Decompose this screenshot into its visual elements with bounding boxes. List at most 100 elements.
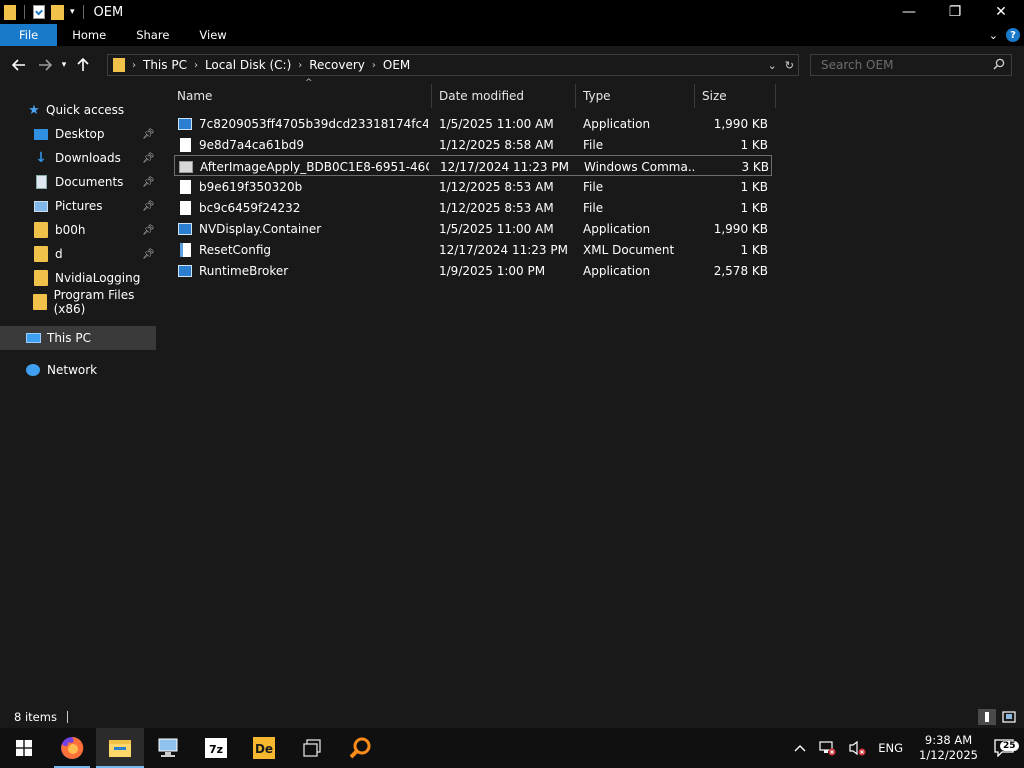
sidebar-item-program-files-x86[interactable]: Program Files (x86): [0, 288, 160, 316]
pictures-icon: [33, 198, 49, 214]
sidebar-item-desktop[interactable]: Desktop 📌︎: [0, 122, 160, 146]
up-arrow-icon: [77, 58, 89, 71]
notifications-button[interactable]: 25: [988, 739, 1024, 757]
close-button[interactable]: ✕: [978, 0, 1024, 24]
recent-locations-button[interactable]: ▾: [56, 53, 72, 77]
large-icons-view-button[interactable]: [1000, 709, 1018, 725]
breadcrumb-local-disk[interactable]: Local Disk (C:): [205, 58, 291, 72]
sidebar-item-pictures[interactable]: Pictures 📌︎: [0, 194, 160, 218]
sidebar-item-quick-access[interactable]: ★ Quick access: [0, 98, 160, 122]
large-icons-view-icon: [1002, 711, 1016, 723]
file-type: Application: [583, 221, 651, 236]
file-size: 1 KB: [740, 242, 768, 257]
taskbar-7zip[interactable]: 7z: [192, 728, 240, 768]
network-status-button[interactable]: [812, 740, 842, 756]
item-count: 8 items: [14, 710, 57, 724]
pin-icon[interactable]: 📌︎: [142, 177, 155, 188]
address-bar[interactable]: › This PC › Local Disk (C:) › Recovery ›…: [107, 54, 799, 76]
column-header-date-modified[interactable]: Date modified: [432, 84, 576, 108]
details-view-button[interactable]: [978, 709, 996, 725]
script-icon: [179, 159, 193, 174]
search-icon[interactable]: [993, 58, 1005, 73]
show-hidden-icons-button[interactable]: [788, 744, 812, 752]
table-row[interactable]: b9e619f350320b 1/12/2025 8:53 AM File 1 …: [174, 176, 772, 197]
pin-icon[interactable]: 📌︎: [142, 153, 155, 164]
tab-home[interactable]: Home: [57, 24, 121, 46]
table-row[interactable]: 7c8209053ff4705b39dcd23318174fc4407e... …: [174, 113, 772, 134]
breadcrumb-this-pc[interactable]: This PC: [143, 58, 187, 72]
sidebar-item-this-pc[interactable]: This PC: [0, 326, 156, 350]
breadcrumb-recovery[interactable]: Recovery: [309, 58, 365, 72]
tab-view[interactable]: View: [184, 24, 241, 46]
details-view-icon: [985, 712, 989, 722]
start-button[interactable]: [0, 728, 48, 768]
minimize-button[interactable]: —: [886, 0, 932, 24]
table-row[interactable]: RuntimeBroker 1/9/2025 1:00 PM Applicati…: [174, 260, 772, 281]
sidebar-item-network[interactable]: Network: [0, 358, 160, 382]
file-date: 1/9/2025 1:00 PM: [439, 263, 546, 278]
status-bar: 8 items: [0, 706, 1024, 728]
column-header-name[interactable]: Name: [170, 84, 432, 108]
back-button[interactable]: [8, 53, 30, 77]
table-row[interactable]: NVDisplay.Container 1/5/2025 11:00 AM Ap…: [174, 218, 772, 239]
table-row[interactable]: ResetConfig 12/17/2024 11:23 PM XML Docu…: [174, 239, 772, 260]
xml-icon: [178, 242, 192, 257]
file-size: 3 KB: [741, 159, 769, 174]
pin-icon[interactable]: 📌︎: [142, 201, 155, 212]
tab-share[interactable]: Share: [121, 24, 184, 46]
clock[interactable]: 9:38 AM 1/12/2025: [909, 733, 988, 763]
taskbar-file-explorer[interactable]: [96, 728, 144, 768]
file-date: 1/12/2025 8:58 AM: [439, 137, 554, 152]
pin-icon[interactable]: 📌︎: [142, 225, 155, 236]
chevron-right-icon: ›: [193, 59, 198, 71]
new-folder-icon[interactable]: [51, 4, 64, 20]
up-button[interactable]: [72, 53, 94, 77]
breadcrumb-oem[interactable]: OEM: [383, 58, 410, 72]
sidebar-item-documents[interactable]: Documents 📌︎: [0, 170, 160, 194]
toolbar-divider: [82, 5, 84, 19]
notification-count-badge: 25: [1000, 741, 1019, 751]
chevron-right-icon: ›: [371, 59, 376, 71]
volume-button[interactable]: [842, 740, 872, 756]
forward-button[interactable]: [34, 53, 56, 77]
taskbar-dependencies[interactable]: De: [240, 728, 288, 768]
window-title: OEM: [93, 4, 124, 20]
expand-ribbon-icon[interactable]: ⌄: [989, 29, 998, 42]
search-input[interactable]: [819, 57, 989, 73]
folder-icon: [33, 294, 48, 310]
taskbar-task-view[interactable]: [288, 728, 336, 768]
refresh-icon[interactable]: ↻: [785, 59, 794, 72]
pin-icon[interactable]: 📌︎: [142, 249, 155, 260]
task-view-icon: [303, 739, 321, 757]
network-disconnected-icon: [819, 741, 836, 756]
dependencies-icon: De: [253, 737, 275, 759]
table-row[interactable]: AfterImageApply_BDB0C1E8-6951-46C4-... 1…: [174, 155, 772, 176]
maximize-button[interactable]: ❐: [932, 0, 978, 24]
taskbar-search-tool[interactable]: [336, 728, 384, 768]
search-box[interactable]: [810, 54, 1012, 76]
table-row[interactable]: bc9c6459f24232 1/12/2025 8:53 AM File 1 …: [174, 197, 772, 218]
input-language[interactable]: ENG: [872, 741, 909, 755]
taskbar-network-tool[interactable]: [144, 728, 192, 768]
table-row[interactable]: 9e8d7a4ca61bd9 1/12/2025 8:58 AM File 1 …: [174, 134, 772, 155]
column-header-size[interactable]: Size: [695, 84, 776, 108]
sidebar-item-downloads[interactable]: ↓ Downloads 📌︎: [0, 146, 160, 170]
sidebar-item-nvidialogging[interactable]: NvidiaLogging: [0, 266, 160, 290]
file-name: bc9c6459f24232: [199, 200, 301, 215]
pin-icon[interactable]: 📌︎: [142, 129, 155, 140]
file-size: 1,990 KB: [713, 116, 768, 131]
ribbon-right: ⌄ ?: [989, 24, 1020, 46]
address-dropdown-icon[interactable]: ⌄: [768, 59, 777, 72]
sidebar-item-d[interactable]: d 📌︎: [0, 242, 160, 266]
clock-date: 1/12/2025: [919, 748, 978, 762]
sidebar-item-b00h[interactable]: b00h 📌︎: [0, 218, 160, 242]
taskbar-firefox[interactable]: [48, 728, 96, 768]
file-size: 1 KB: [740, 179, 768, 194]
properties-icon[interactable]: [33, 5, 45, 19]
folder-icon: [113, 58, 125, 72]
file-name: RuntimeBroker: [199, 263, 289, 278]
tab-file[interactable]: File: [0, 24, 58, 46]
customize-toolbar-icon[interactable]: ▾: [70, 7, 75, 17]
help-icon[interactable]: ?: [1006, 28, 1020, 42]
column-header-type[interactable]: Type: [576, 84, 695, 108]
